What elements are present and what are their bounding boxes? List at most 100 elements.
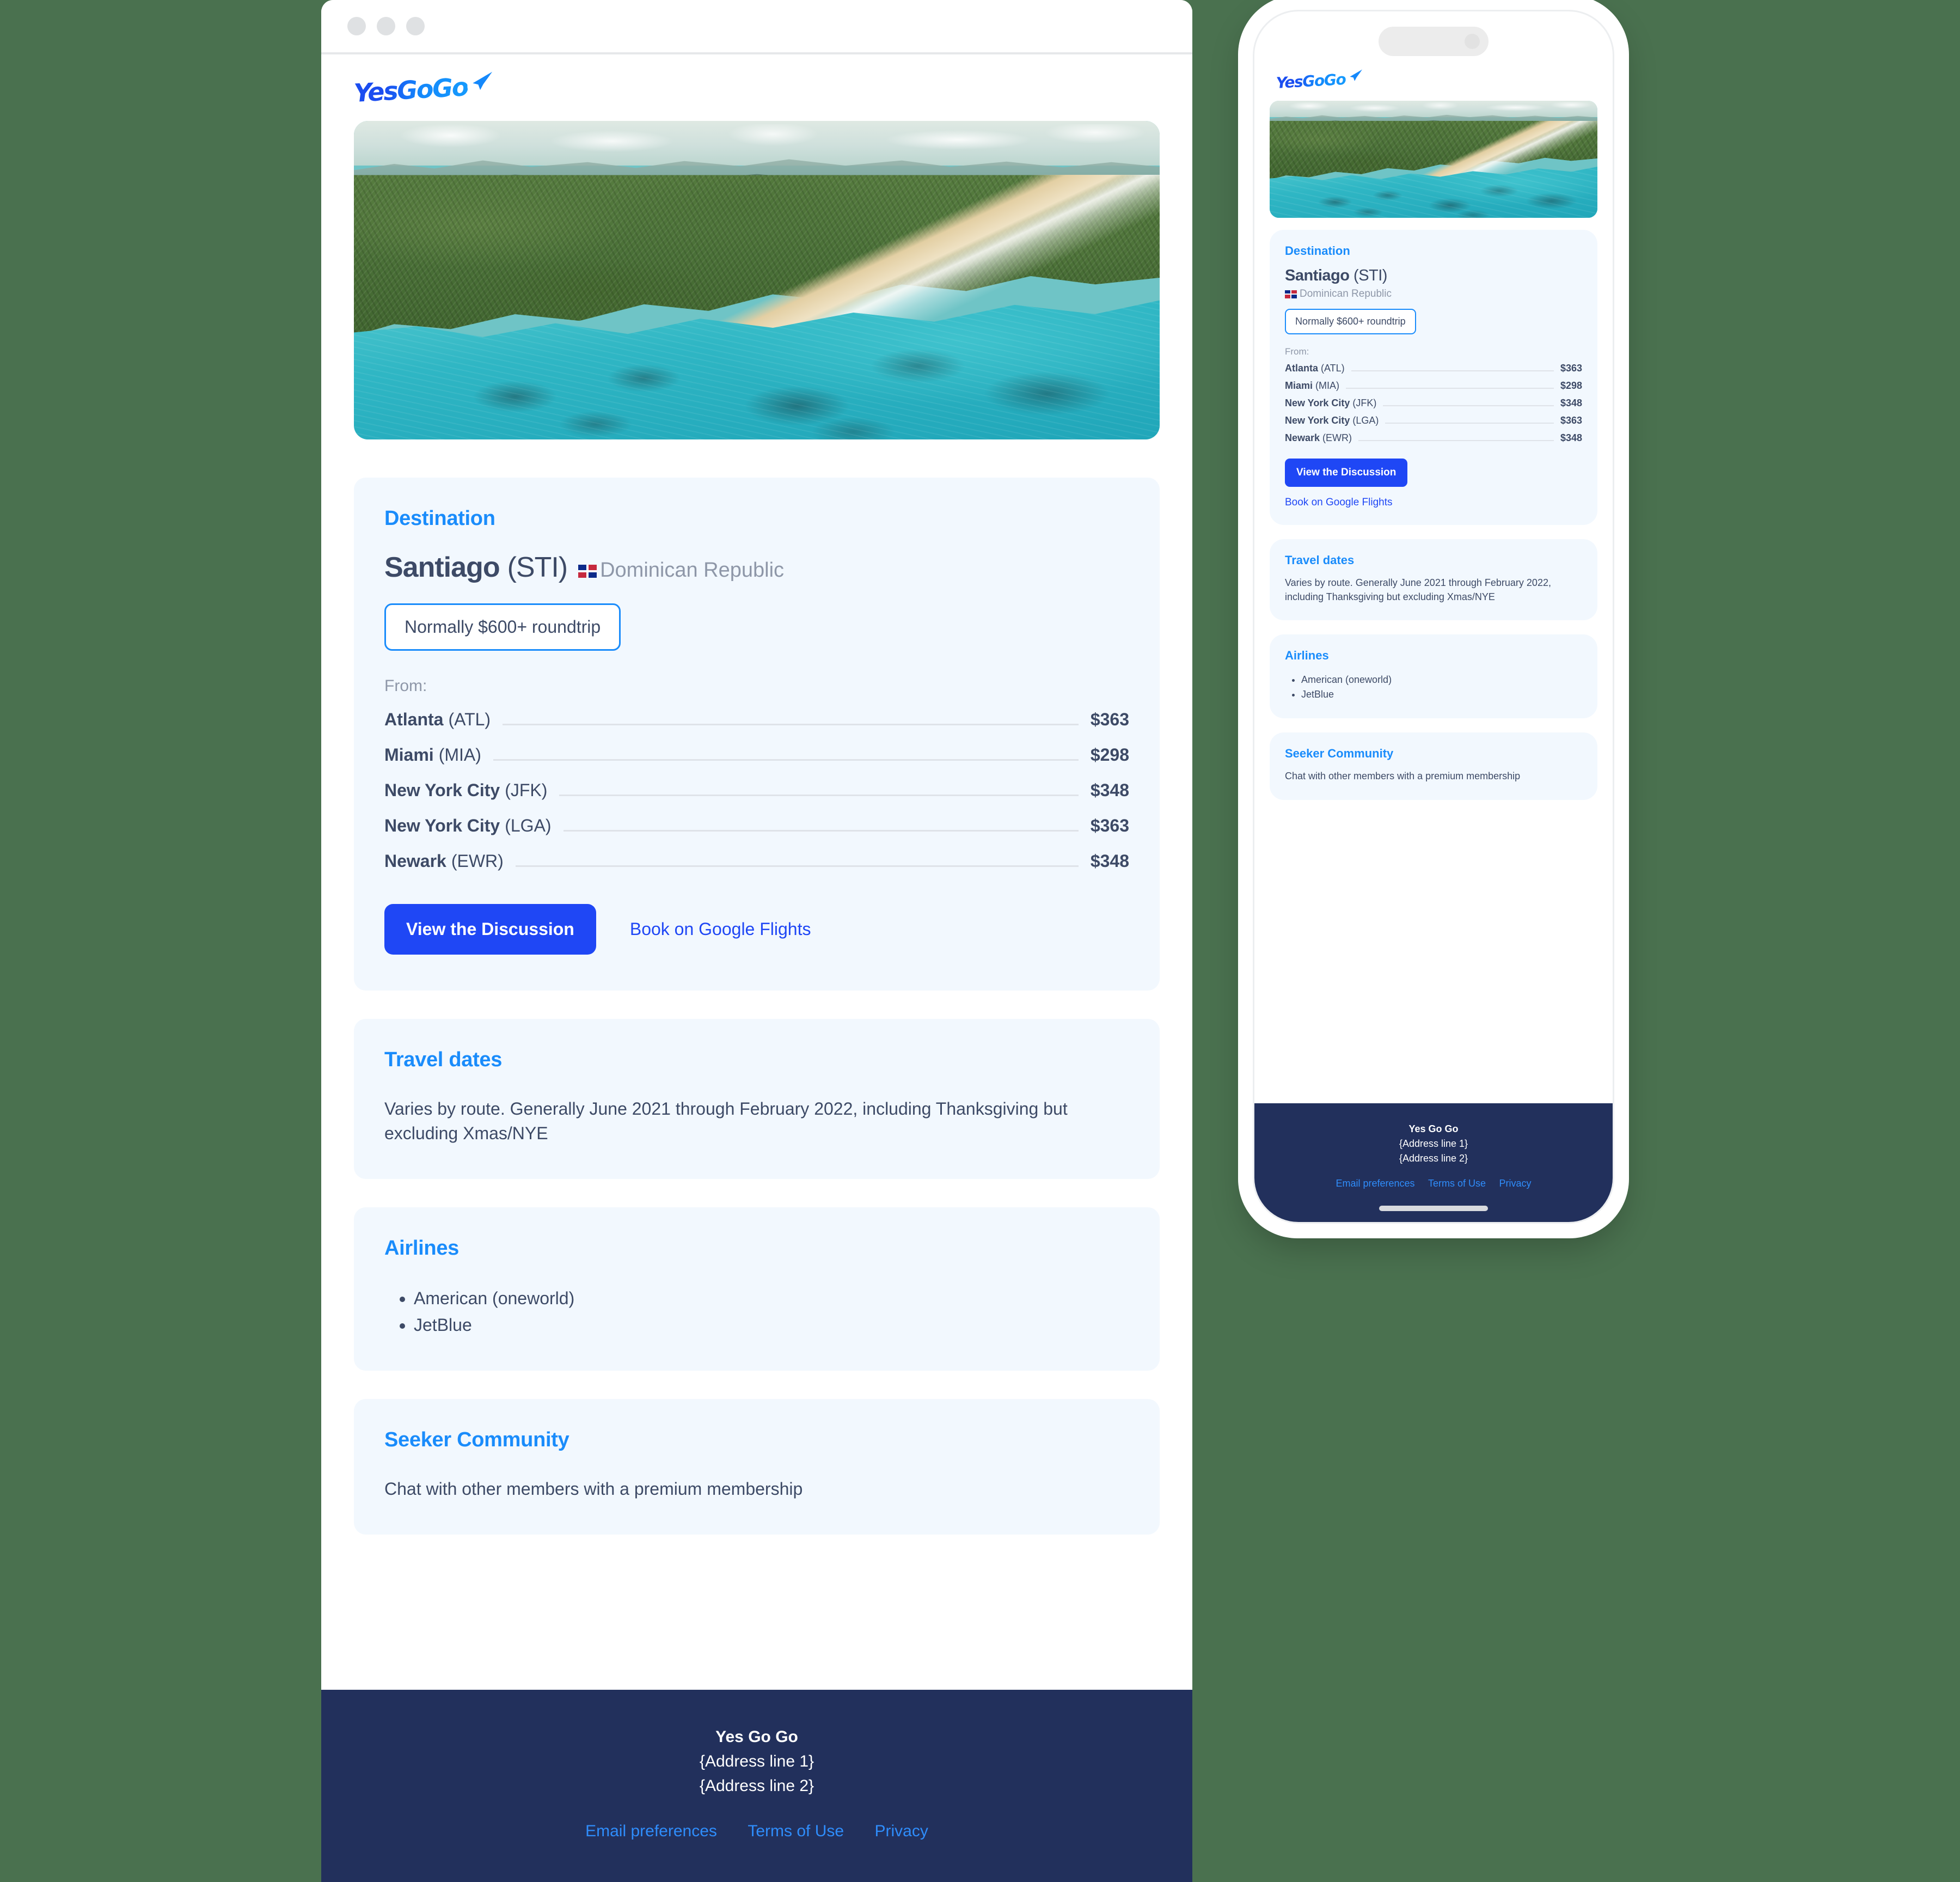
desktop-browser-window: YesGoGo Destination Santiago (STI) Domin… bbox=[321, 0, 1192, 1882]
route-price: $348 bbox=[1560, 398, 1582, 408]
route-city: Atlanta bbox=[384, 710, 444, 729]
footer-link-privacy[interactable]: Privacy bbox=[875, 1822, 928, 1840]
airlines-list: American (oneworld) JetBlue bbox=[384, 1285, 1129, 1338]
route-city: Miami bbox=[384, 745, 434, 765]
table-row: New York City (JFK) $348 bbox=[384, 780, 1129, 802]
travel-dates-body: Varies by route. Generally June 2021 thr… bbox=[384, 1099, 1068, 1144]
route-rule bbox=[515, 865, 1079, 867]
mobile-destination-airport-code: (STI) bbox=[1353, 267, 1387, 284]
route-price: $298 bbox=[1560, 380, 1582, 391]
mobile-footer-address-line-1: {Address line 1} bbox=[1399, 1138, 1468, 1149]
table-row: New York City (LGA) $363 bbox=[1285, 415, 1582, 427]
route-city: Newark bbox=[384, 851, 446, 871]
mobile-footer-link-privacy[interactable]: Privacy bbox=[1499, 1178, 1532, 1189]
footer-links: Email preferences Terms of Use Privacy bbox=[321, 1822, 1192, 1841]
seeker-community-body: Chat with other members with a premium m… bbox=[384, 1479, 803, 1499]
route-city: Newark bbox=[1285, 432, 1320, 443]
mobile-destination-card: Destination Santiago (STI) Dominican Rep… bbox=[1270, 230, 1597, 525]
destination-card: Destination Santiago (STI) Dominican Rep… bbox=[354, 478, 1160, 991]
route-price: $348 bbox=[1560, 432, 1582, 443]
table-row: Newark (EWR) $348 bbox=[1285, 432, 1582, 444]
mobile-screen: YesGoGo Destination Santiago (STI) Domin… bbox=[1253, 10, 1614, 1224]
mobile-book-on-google-flights-link[interactable]: Book on Google Flights bbox=[1285, 497, 1582, 509]
price-note-badge: Normally $600+ roundtrip bbox=[384, 603, 621, 651]
mobile-footer-link-terms-of-use[interactable]: Terms of Use bbox=[1428, 1178, 1486, 1189]
seeker-community-section-title: Seeker Community bbox=[384, 1428, 569, 1452]
brand-logo[interactable]: YesGoGo bbox=[353, 70, 494, 108]
mobile-destination-heading: Santiago (STI) bbox=[1285, 267, 1582, 285]
route-rule bbox=[1383, 405, 1554, 406]
mobile-destination-city: Santiago bbox=[1285, 267, 1350, 284]
route-code: (MIA) bbox=[438, 745, 481, 765]
footer-link-terms-of-use[interactable]: Terms of Use bbox=[748, 1822, 844, 1840]
book-on-google-flights-link[interactable]: Book on Google Flights bbox=[630, 919, 811, 939]
dynamic-island-notch bbox=[1379, 27, 1489, 56]
hero-image bbox=[354, 121, 1160, 439]
route-price: $298 bbox=[1090, 745, 1129, 765]
mobile-travel-dates-card: Travel dates Varies by route. Generally … bbox=[1270, 539, 1597, 621]
route-code: (JFK) bbox=[505, 780, 548, 800]
route-price: $348 bbox=[1090, 780, 1129, 800]
route-code: (LGA) bbox=[1352, 415, 1379, 426]
maximize-dot-icon[interactable] bbox=[406, 17, 425, 35]
paper-plane-icon bbox=[1347, 69, 1363, 85]
route-rule bbox=[563, 830, 1079, 832]
list-item: JetBlue bbox=[1301, 687, 1582, 702]
close-dot-icon[interactable] bbox=[347, 17, 366, 35]
content-cards: Destination Santiago (STI) Dominican Rep… bbox=[321, 439, 1192, 1690]
mobile-travel-dates-body: Varies by route. Generally June 2021 thr… bbox=[1285, 577, 1551, 602]
list-item: American (oneworld) bbox=[1301, 673, 1582, 687]
table-row: Miami (MIA) $298 bbox=[1285, 380, 1582, 392]
mobile-destination-country: Dominican Republic bbox=[1285, 288, 1582, 300]
destination-city: Santiago bbox=[384, 552, 500, 583]
brand-logo-text: YesGoGo bbox=[353, 72, 469, 108]
mobile-seeker-community-card: Seeker Community Chat with other members… bbox=[1270, 732, 1597, 800]
mobile-airlines-section-title: Airlines bbox=[1285, 649, 1329, 663]
mobile-content-cards: Destination Santiago (STI) Dominican Rep… bbox=[1254, 218, 1613, 814]
table-row: Miami (MIA) $298 bbox=[384, 745, 1129, 766]
minimize-dot-icon[interactable] bbox=[377, 17, 395, 35]
route-rule bbox=[503, 724, 1079, 725]
route-city: New York City bbox=[1285, 415, 1350, 426]
route-rule bbox=[1346, 388, 1554, 389]
paper-plane-icon bbox=[469, 70, 494, 94]
route-rule bbox=[1351, 370, 1554, 371]
home-indicator-bar[interactable] bbox=[1379, 1206, 1488, 1211]
mobile-header: YesGoGo bbox=[1254, 11, 1613, 101]
route-code: (LGA) bbox=[505, 816, 552, 835]
route-city: New York City bbox=[384, 780, 500, 800]
route-code: (ATL) bbox=[1321, 363, 1345, 374]
route-price: $363 bbox=[1090, 816, 1129, 835]
footer: Yes Go Go {Address line 1} {Address line… bbox=[321, 1690, 1192, 1882]
route-rule bbox=[1385, 423, 1554, 424]
view-discussion-button[interactable]: View the Discussion bbox=[384, 904, 596, 955]
mobile-view-discussion-button[interactable]: View the Discussion bbox=[1285, 459, 1408, 487]
mobile-brand-logo-text: YesGoGo bbox=[1276, 70, 1346, 92]
mobile-seeker-community-section-title: Seeker Community bbox=[1285, 747, 1394, 761]
mobile-footer-links: Email preferences Terms of Use Privacy bbox=[1254, 1178, 1613, 1189]
footer-address-line-1: {Address line 1} bbox=[699, 1752, 814, 1770]
mobile-travel-dates-section-title: Travel dates bbox=[1285, 553, 1355, 567]
footer-address-line-2: {Address line 2} bbox=[699, 1777, 814, 1795]
mobile-footer: Yes Go Go {Address line 1} {Address line… bbox=[1254, 1103, 1613, 1222]
mobile-destination-section-title: Destination bbox=[1285, 244, 1350, 258]
table-row: Atlanta (ATL) $363 bbox=[384, 710, 1129, 731]
destination-country-label: Dominican Republic bbox=[600, 559, 785, 582]
list-item: American (oneworld) bbox=[414, 1285, 1129, 1312]
mobile-footer-link-email-preferences[interactable]: Email preferences bbox=[1336, 1178, 1414, 1189]
mobile-airlines-list: American (oneworld) JetBlue bbox=[1285, 673, 1582, 702]
footer-link-email-preferences[interactable]: Email preferences bbox=[585, 1822, 717, 1840]
mobile-price-note-badge: Normally $600+ roundtrip bbox=[1285, 309, 1416, 334]
dominican-republic-flag-icon bbox=[1285, 290, 1297, 298]
table-row: New York City (JFK) $348 bbox=[1285, 398, 1582, 410]
front-camera-icon bbox=[1465, 34, 1480, 49]
route-price: $348 bbox=[1090, 851, 1129, 871]
mobile-destination-country-label: Dominican Republic bbox=[1300, 288, 1392, 300]
route-city: New York City bbox=[1285, 398, 1350, 408]
mobile-brand-logo[interactable]: YesGoGo bbox=[1276, 69, 1363, 92]
destination-airport-code: (STI) bbox=[507, 552, 568, 583]
destination-section-title: Destination bbox=[384, 507, 495, 530]
mobile-footer-brand: Yes Go Go bbox=[1408, 1123, 1459, 1134]
list-item: JetBlue bbox=[414, 1312, 1129, 1339]
mobile-phone-mockup: YesGoGo Destination Santiago (STI) Domin… bbox=[1243, 0, 1624, 1233]
